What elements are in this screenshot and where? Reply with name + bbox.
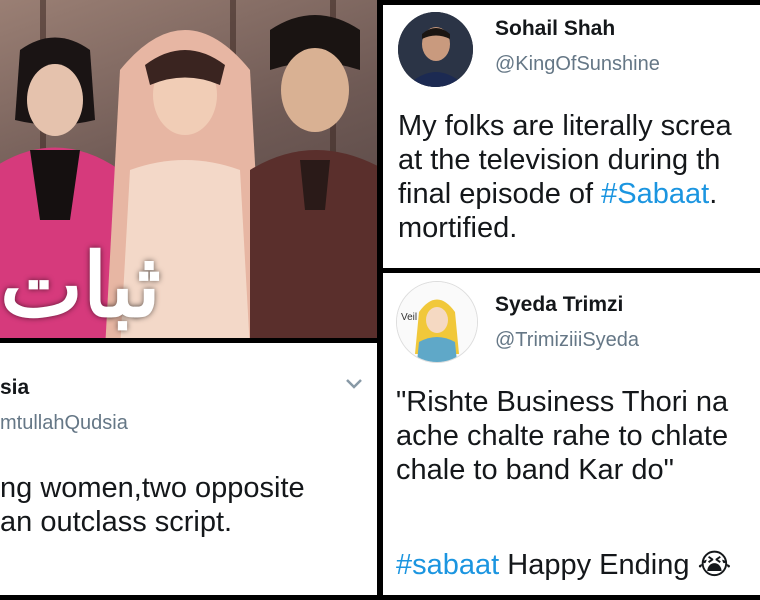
- tweet-text-closing: #sabaat Happy Ending 😭: [396, 549, 732, 581]
- tweet-author-handle[interactable]: mtullahQudsia: [0, 412, 128, 435]
- drama-poster-image: ثبات: [0, 0, 377, 338]
- hashtag-link[interactable]: #sabaat: [396, 549, 499, 581]
- tweet-author-handle[interactable]: @KingOfSunshine: [495, 53, 660, 76]
- avatar[interactable]: [398, 12, 473, 87]
- tweet-author-name[interactable]: Syeda Trimzi: [495, 293, 623, 317]
- crying-face-emoji-icon: 😭: [697, 549, 732, 581]
- tweet-card-syeda[interactable]: Veil Syeda Trimzi @TrimiziiiSyeda "Risht…: [383, 273, 760, 595]
- poster-title-logo: ثبات: [0, 233, 161, 337]
- chevron-down-icon[interactable]: [345, 373, 363, 396]
- avatar-portrait-icon: [398, 12, 473, 87]
- poster-actor-right: [250, 15, 377, 338]
- tweet-card-sohail[interactable]: Sohail Shah @KingOfSunshine My folks are…: [383, 5, 760, 268]
- avatar-caption: Veil: [401, 312, 418, 323]
- tweet-text: ng women,two opposite an outclass script…: [0, 472, 305, 538]
- tweet-text: My folks are literally screa at the tele…: [398, 110, 732, 244]
- tweet-author-name[interactable]: sia: [0, 376, 29, 400]
- tweet-author-handle[interactable]: @TrimiziiiSyeda: [495, 329, 639, 352]
- avatar[interactable]: Veil: [396, 281, 478, 363]
- tweet-author-name[interactable]: Sohail Shah: [495, 17, 615, 41]
- hashtag-link[interactable]: #Sabaat: [601, 178, 709, 210]
- tweet-text: "Rishte Business Thori na ache chalte ra…: [396, 386, 729, 486]
- tweet-card-qudsia[interactable]: sia mtullahQudsia ng women,two opposite …: [0, 343, 377, 595]
